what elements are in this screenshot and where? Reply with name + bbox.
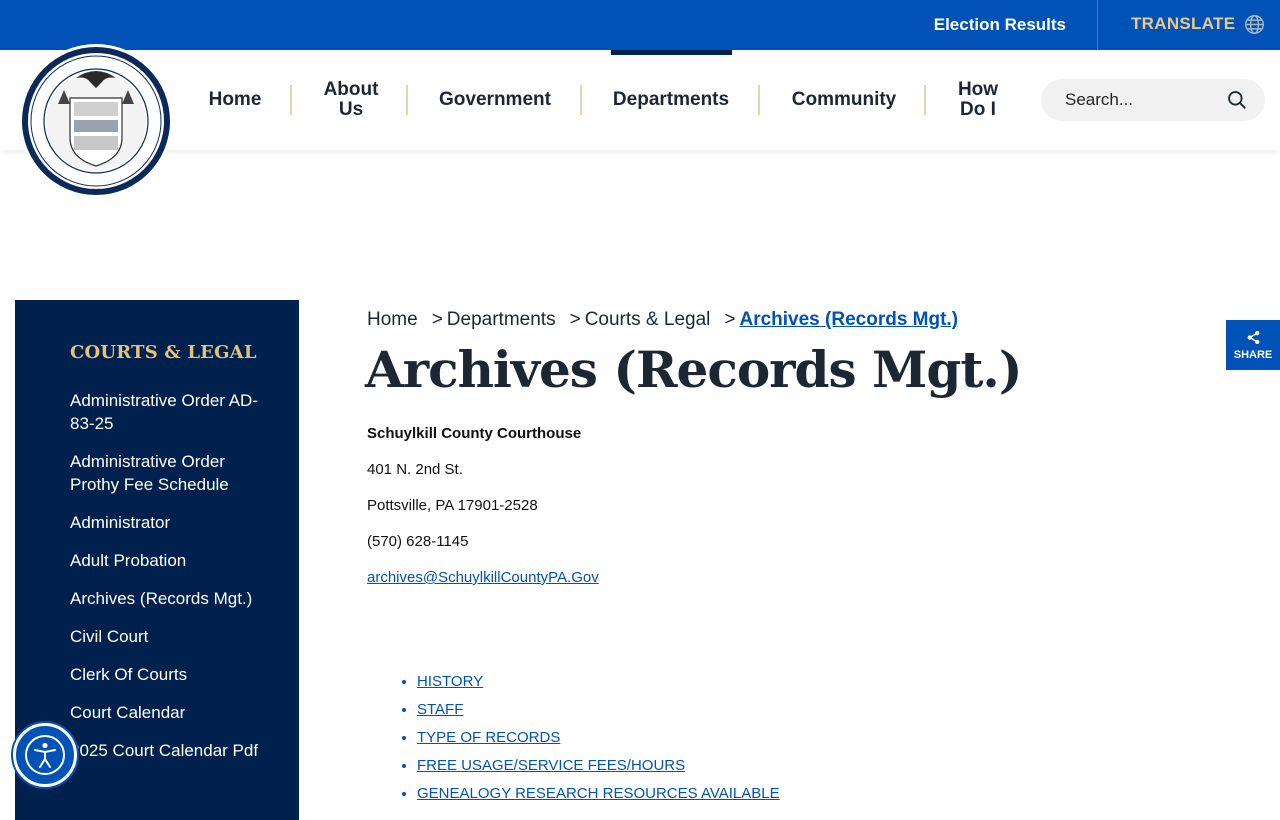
sidebar-menu: Administrative Order AD-83-25 Administra…	[70, 389, 270, 777]
sidebar-item-administrative-order-ad[interactable]: Administrative Order AD-83-25	[70, 389, 270, 435]
translate-button[interactable]: TRANSLATE	[1131, 0, 1235, 48]
list-item: TYPE OF RECORDS	[417, 724, 780, 752]
nav-divider	[406, 85, 408, 115]
county-seal-logo[interactable]	[18, 40, 174, 202]
nav-how-do-i[interactable]: How Do I	[946, 50, 1010, 150]
nav-community[interactable]: Community	[782, 50, 906, 150]
sidebar-item-administrator[interactable]: Administrator	[70, 511, 270, 534]
list-item: STAFF	[417, 696, 780, 724]
address-phone: (570) 628-1145	[367, 533, 469, 550]
breadcrumb-home[interactable]: Home	[367, 309, 418, 330]
nav-divider	[758, 85, 760, 115]
search-box	[1041, 79, 1265, 121]
share-icon	[1247, 330, 1260, 345]
accessibility-icon	[25, 735, 65, 775]
list-item: GENEALOGY RESEARCH RESOURCES AVAILABLE	[417, 780, 780, 808]
nav-government[interactable]: Government	[430, 50, 560, 150]
page-title: Archives (Records Mgt.)	[365, 340, 1022, 399]
accessibility-button[interactable]	[13, 723, 77, 787]
sidebar-item-court-calendar[interactable]: Court Calendar	[70, 701, 270, 724]
email-link[interactable]: archives@SchuylkillCountyPA.Gov	[367, 569, 599, 586]
nav-departments[interactable]: Departments	[606, 50, 736, 150]
genealogy-link[interactable]: GENEALOGY RESEARCH RESOURCES AVAILABLE	[417, 785, 780, 802]
sidebar-item-administrative-order-prothy[interactable]: Administrative Order Prothy Fee Schedule	[70, 450, 270, 496]
sidebar-item-civil-court[interactable]: Civil Court	[70, 625, 270, 648]
nav-divider	[290, 85, 292, 115]
sidebar-item-clerk-of-courts[interactable]: Clerk Of Courts	[70, 663, 270, 686]
sidebar-title: COURTS & LEGAL	[70, 342, 257, 363]
nav-divider	[924, 85, 926, 115]
sidebar-item-archives[interactable]: Archives (Records Mgt.)	[70, 587, 270, 610]
election-results-link[interactable]: Election Results	[934, 0, 1066, 50]
address-name: Schuylkill County Courthouse	[367, 425, 582, 442]
breadcrumb-separator: >	[431, 309, 443, 330]
sidebar-item-2025-court-calendar[interactable]: 2025 Court Calendar Pdf	[70, 739, 270, 762]
list-item: FREE USAGE/SERVICE FEES/HOURS	[417, 752, 780, 780]
sidebar-item-adult-probation[interactable]: Adult Probation	[70, 549, 270, 572]
utility-bar: Election Results TRANSLATE	[0, 0, 1280, 50]
breadcrumb: Home > Departments > Courts & Legal > Archives…	[367, 309, 958, 331]
breadcrumb-current[interactable]: Archives (Records Mgt.)	[739, 309, 958, 330]
breadcrumb-separator: >	[724, 309, 736, 330]
globe-icon[interactable]	[1244, 14, 1265, 35]
search-icon[interactable]	[1227, 90, 1247, 110]
nav-about-us[interactable]: About Us	[316, 50, 386, 150]
nav-home[interactable]: Home	[198, 50, 272, 150]
breadcrumb-separator: >	[569, 309, 581, 330]
breadcrumb-courts-legal[interactable]: Courts & Legal	[585, 309, 711, 330]
nav-divider	[580, 85, 582, 115]
address-street: 401 N. 2nd St.	[367, 461, 463, 478]
fees-hours-link[interactable]: FREE USAGE/SERVICE FEES/HOURS	[417, 757, 685, 774]
breadcrumb-departments[interactable]: Departments	[447, 309, 556, 330]
utility-divider	[1097, 0, 1098, 50]
share-button[interactable]: SHARE	[1226, 320, 1280, 370]
share-label: SHARE	[1233, 349, 1273, 361]
staff-link[interactable]: STAFF	[417, 701, 463, 718]
address-city: Pottsville, PA 17901-2528	[367, 497, 538, 514]
list-item: HISTORY	[417, 668, 780, 696]
section-links: HISTORY STAFF TYPE OF RECORDS FREE USAGE…	[417, 668, 780, 808]
history-link[interactable]: HISTORY	[417, 673, 483, 690]
type-of-records-link[interactable]: TYPE OF RECORDS	[417, 729, 560, 746]
search-input[interactable]	[1065, 89, 1225, 111]
